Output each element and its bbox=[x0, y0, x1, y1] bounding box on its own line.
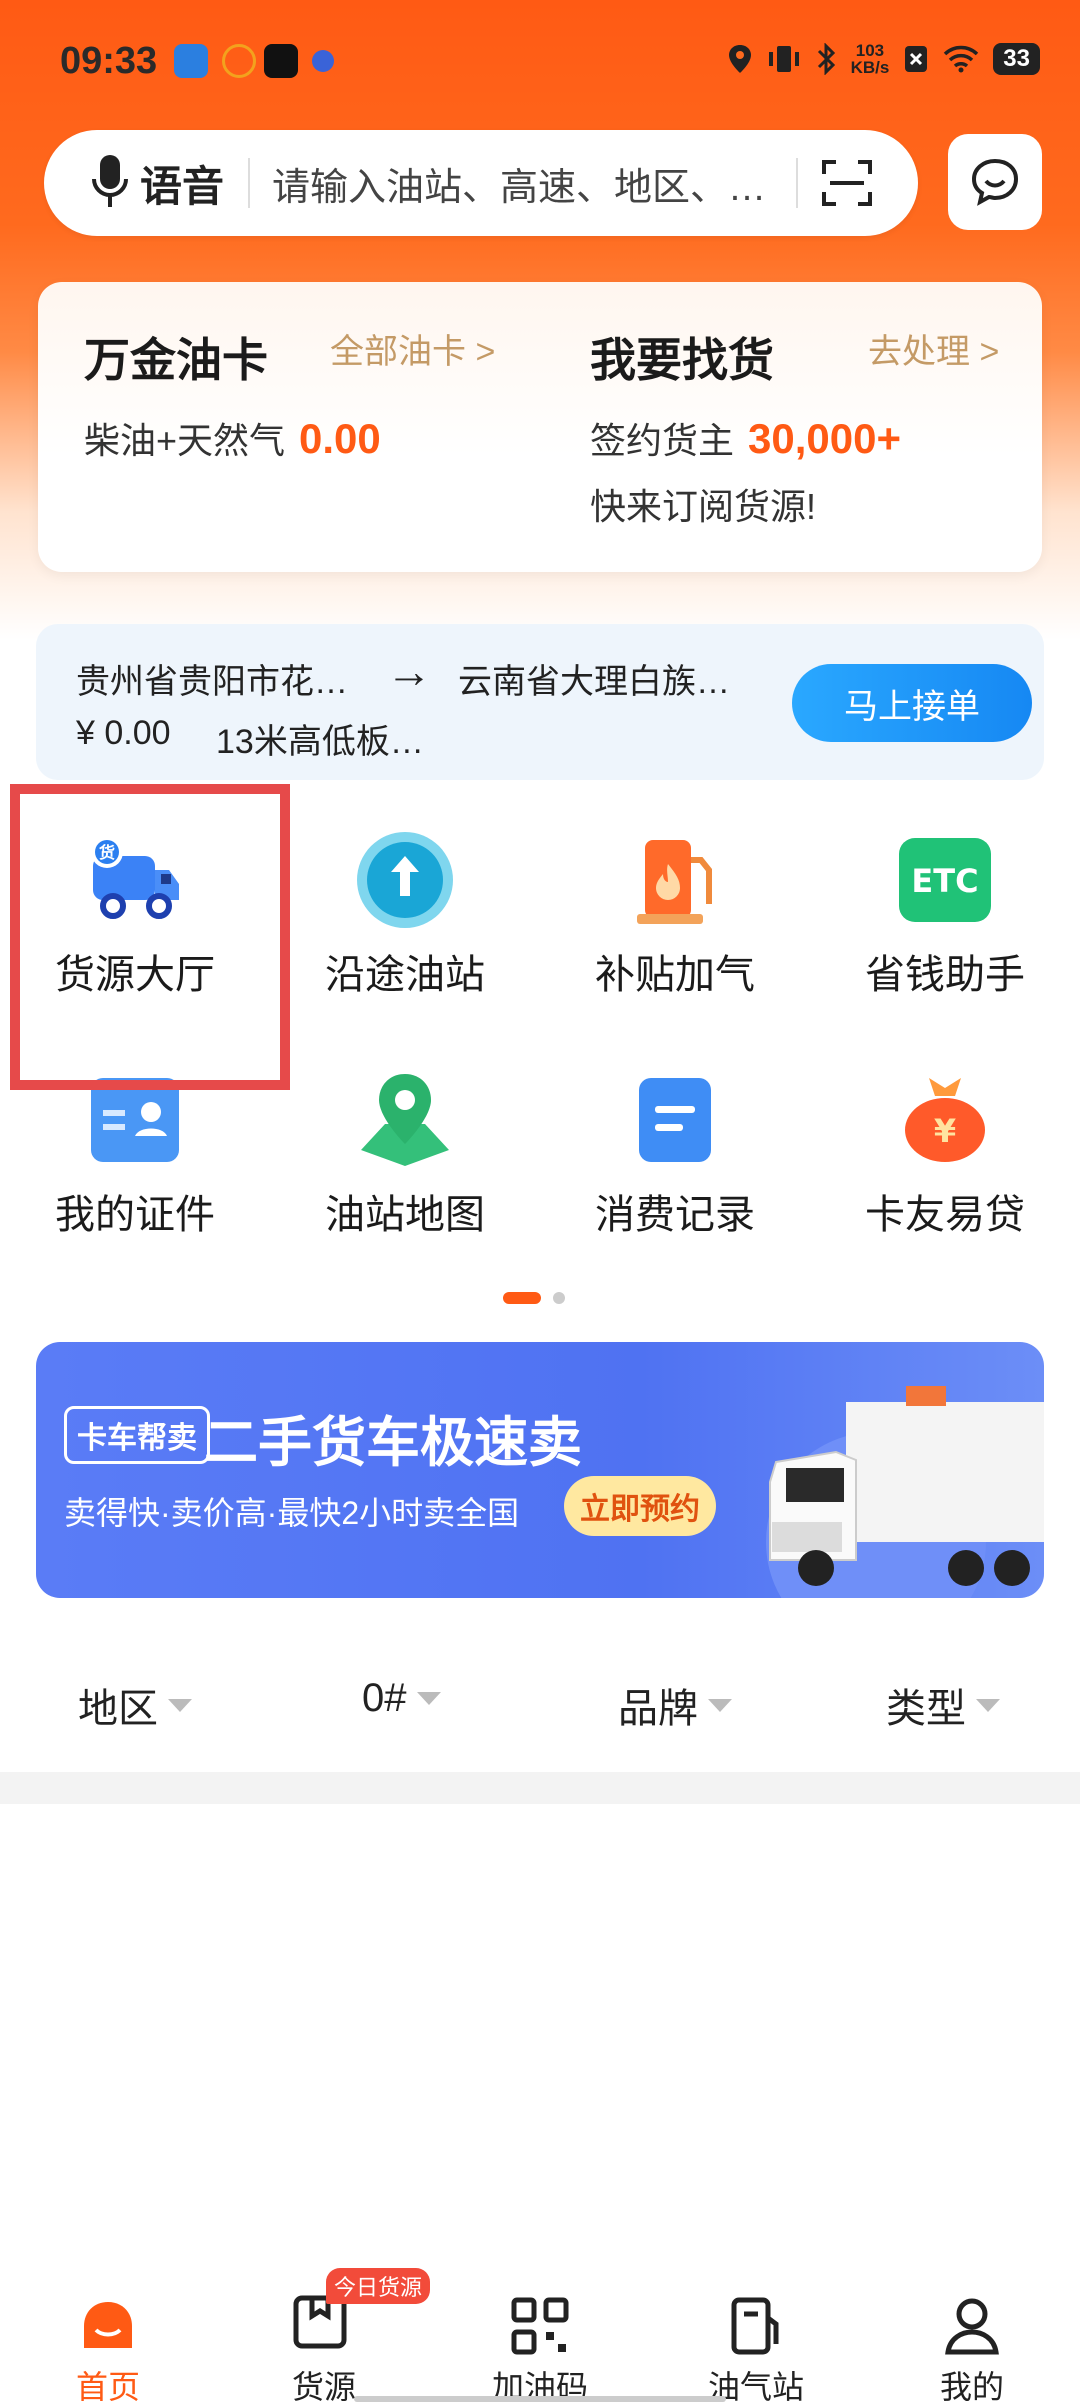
scan-icon[interactable] bbox=[822, 160, 872, 206]
today-cargo-badge: 今日货源 bbox=[326, 2268, 431, 2304]
profile-icon bbox=[945, 2298, 999, 2355]
grid-item-consumption-records[interactable]: 消费记录 bbox=[540, 1052, 810, 1272]
etc-text: ETC bbox=[911, 862, 978, 900]
bluetooth-icon bbox=[817, 43, 835, 75]
caret-down-icon bbox=[416, 1692, 441, 1705]
home-icon bbox=[84, 2302, 132, 2348]
money-bag-icon: ¥ bbox=[905, 1078, 985, 1162]
grid-label: 我的证件 bbox=[55, 1193, 215, 1237]
grid-label: 油站地图 bbox=[325, 1193, 485, 1237]
grid-item-driver-loan[interactable]: ¥ 卡友易贷 bbox=[810, 1052, 1080, 1272]
page-dot-active bbox=[503, 1292, 541, 1304]
grid-item-subsidy-gas[interactable]: 补贴加气 bbox=[540, 812, 810, 1032]
voice-label[interactable]: 语音 bbox=[140, 153, 224, 214]
truck-image bbox=[766, 1386, 1044, 1598]
reserve-button[interactable]: 立即预约 bbox=[564, 1476, 716, 1536]
fuel-station-icon bbox=[731, 2297, 779, 2355]
all-oil-cards-link[interactable]: 全部油卡 > bbox=[330, 324, 495, 373]
microphone-icon[interactable] bbox=[90, 153, 130, 213]
home-indicator bbox=[354, 2396, 726, 2402]
promo-banner[interactable]: 卡车帮卖 二手货车极速卖 卖得快·卖价高·最快2小时卖全国 立即预约 bbox=[36, 1342, 1044, 1598]
process-link[interactable]: 去处理 > bbox=[868, 324, 999, 373]
banner-tag: 卡车帮卖 bbox=[64, 1406, 210, 1464]
order-price: ¥ 0.00 bbox=[76, 714, 171, 752]
location-icon bbox=[728, 45, 751, 73]
order-destination: 云南省大理白族… bbox=[458, 663, 730, 701]
banner-title: 二手货车极速卖 bbox=[204, 1413, 582, 1473]
nav-cargo[interactable]: 今日货源 货源 bbox=[216, 2240, 432, 2408]
order-origin: 贵州省贵阳市花… bbox=[76, 663, 348, 701]
accept-order-button[interactable]: 马上接单 bbox=[792, 664, 1032, 742]
fuel-type-label: 柴油+天然气 bbox=[84, 420, 286, 461]
grid-label: 省钱助手 bbox=[865, 953, 1025, 997]
grid-item-station-map[interactable]: 油站地图 bbox=[270, 1052, 540, 1272]
section-separator bbox=[0, 1772, 1080, 1804]
nav-home[interactable]: 首页 bbox=[0, 2240, 216, 2408]
shipper-label: 签约货主 bbox=[590, 420, 735, 461]
grid-label: 消费记录 bbox=[595, 1193, 755, 1237]
battery-indicator: 33 bbox=[993, 43, 1040, 75]
caret-down-icon bbox=[168, 1698, 192, 1712]
headset-notification-icon bbox=[222, 44, 256, 78]
record-icon bbox=[639, 1078, 711, 1162]
message-button[interactable] bbox=[948, 134, 1042, 230]
search-divider bbox=[796, 158, 798, 208]
etc-icon: ETC bbox=[899, 838, 991, 922]
filter-label: 0# bbox=[362, 1676, 407, 1720]
status-icons: 103 KB/s 33 bbox=[727, 42, 1040, 76]
page-dot bbox=[553, 1292, 565, 1304]
gas-pump-icon bbox=[637, 840, 712, 924]
bottom-nav: 首页 今日货源 货源 加油码 油气站 我的 bbox=[0, 2240, 1080, 2408]
status-time: 09:33 bbox=[60, 40, 158, 82]
caret-down-icon bbox=[976, 1698, 1000, 1712]
nav-label: 我的 bbox=[939, 2369, 1004, 2405]
search-divider bbox=[248, 158, 251, 208]
chat-bubble-icon bbox=[971, 158, 1019, 206]
map-pin-icon bbox=[361, 1074, 449, 1166]
account-card: 万金油卡 柴油+天然气 0.00 全部油卡 > 我要找货 签约货主 30,000… bbox=[38, 282, 1042, 572]
grid-label: 卡友易贷 bbox=[865, 1193, 1025, 1237]
shipper-count: 30,000+ bbox=[748, 415, 902, 462]
oil-card-balance: 0.00 bbox=[299, 415, 381, 462]
order-cargo-type: 13米高低板… bbox=[216, 723, 424, 761]
grid-label: 沿途油站 bbox=[325, 953, 485, 997]
wifi-icon bbox=[944, 45, 979, 73]
tiktok-notification-icon bbox=[264, 44, 298, 78]
caret-down-icon bbox=[708, 1698, 732, 1712]
search-bar[interactable]: 语音 请输入油站、高速、地区、… bbox=[44, 130, 918, 236]
filter-fuel-grade[interactable]: 0# bbox=[362, 1676, 441, 1721]
filter-label: 地区 bbox=[78, 1687, 158, 1731]
nav-profile[interactable]: 我的 bbox=[864, 2240, 1080, 2408]
nav-gas-station[interactable]: 油气站 bbox=[648, 2240, 864, 2408]
subscribe-note: 快来订阅货源! bbox=[590, 486, 817, 527]
grid-label: 补贴加气 bbox=[595, 953, 755, 997]
status-bar: 09:33 103 KB/s 33 bbox=[0, 30, 1080, 100]
network-speed: 103 KB/s bbox=[850, 41, 890, 77]
filter-brand[interactable]: 品牌 bbox=[618, 1676, 732, 1734]
nav-refuel-code[interactable]: 加油码 bbox=[432, 2240, 648, 2408]
nav-label: 首页 bbox=[75, 2369, 140, 2405]
order-strip[interactable]: 贵州省贵阳市花… → 云南省大理白族… ¥ 0.00 13米高低板… 马上接单 bbox=[36, 624, 1044, 780]
page-indicator bbox=[503, 1292, 565, 1304]
search-input[interactable]: 请输入油站、高速、地区、… bbox=[272, 156, 786, 211]
filter-type[interactable]: 类型 bbox=[886, 1676, 1000, 1734]
filter-region[interactable]: 地区 bbox=[78, 1676, 192, 1734]
highlight-box bbox=[10, 784, 290, 1090]
route-arrow-icon: → bbox=[386, 645, 432, 697]
filter-label: 品牌 bbox=[618, 1687, 698, 1731]
app-notification-icon bbox=[174, 44, 208, 78]
grid-item-route-stations[interactable]: 沿途油站 bbox=[270, 812, 540, 1032]
filter-label: 类型 bbox=[886, 1687, 966, 1731]
qr-code-icon bbox=[511, 2297, 569, 2355]
banner-subtitle: 卖得快·卖价高·最快2小时卖全国 bbox=[64, 1495, 520, 1531]
find-cargo-section[interactable]: 我要找货 签约货主 30,000+ 快来订阅货源! bbox=[590, 324, 901, 530]
find-cargo-title: 我要找货 bbox=[590, 334, 774, 386]
svg-text:¥: ¥ bbox=[934, 1112, 956, 1150]
sim-off-icon bbox=[905, 46, 928, 72]
grid-item-savings-assistant[interactable]: ETC 省钱助手 bbox=[810, 812, 1080, 1032]
vibrate-icon bbox=[768, 46, 799, 72]
browser-notification-icon bbox=[312, 50, 334, 72]
route-icon bbox=[357, 832, 453, 928]
